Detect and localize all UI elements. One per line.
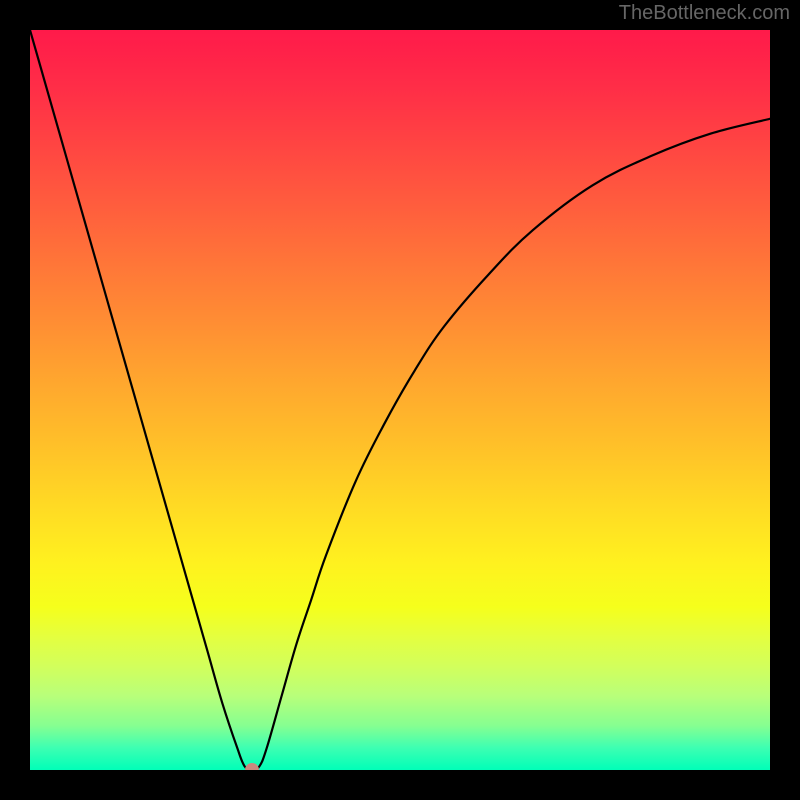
plot-area [30, 30, 770, 770]
bottleneck-curve [30, 30, 770, 770]
optimal-marker-icon [245, 763, 259, 770]
watermark-label: TheBottleneck.com [619, 2, 790, 25]
curve-svg [30, 30, 770, 770]
